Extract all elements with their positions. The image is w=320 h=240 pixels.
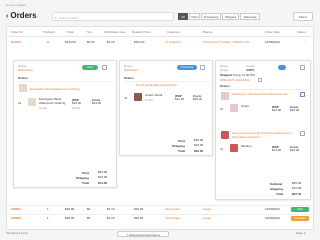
order-card-uneta: Brand Uneta Carrier USPS Shipped 8 Aug, … <box>215 60 311 200</box>
arrow-left-icon[interactable]: ‹ <box>6 13 8 20</box>
filter-paid[interactable]: Paid <box>189 13 200 20</box>
print-icon[interactable] <box>200 65 205 70</box>
download-history-button[interactable]: ⇩ Download Orders History <box>117 231 169 237</box>
product-image <box>221 131 229 139</box>
breadcrumb: Home / Orders <box>6 3 26 7</box>
filter-all[interactable]: All <box>178 13 188 20</box>
status-badge[interactable]: Paid <box>291 206 309 212</box>
print-icon[interactable] <box>300 65 305 70</box>
divider <box>18 81 114 82</box>
checkbox[interactable] <box>300 131 305 136</box>
breadcrumb-current: Orders <box>16 3 26 7</box>
table-header: Order ID Products Total Tax ShipStation … <box>7 27 315 37</box>
orders-table: Order ID Products Total Tax ShipStation … <box>6 26 315 230</box>
download-icon: ⇩ <box>125 233 129 237</box>
item-count: Showing 3 items <box>6 231 29 235</box>
order-card-warehouse: Brand Warehouse Paid Orders Eucalyptus B… <box>13 60 117 188</box>
pagination[interactable]: Page 1 <box>296 231 306 236</box>
page-title: ‹ Orders <box>6 11 37 20</box>
search-input[interactable]: ⌕ Search orders <box>52 12 174 21</box>
search-icon: ⌕ <box>54 15 57 20</box>
filter-delivered[interactable]: Delivered <box>240 13 260 20</box>
filter-shipped[interactable]: Shipped <box>222 13 239 20</box>
filter-processing[interactable]: Processing <box>201 13 221 20</box>
product-image <box>221 92 229 100</box>
copy-icon[interactable] <box>258 77 262 82</box>
filters-button[interactable]: Filters <box>293 12 313 21</box>
product-image <box>134 93 142 101</box>
order-card-webflower: Brand Webflower Processing Orders 10-Oz … <box>119 60 213 156</box>
table-row[interactable]: #21307 3 $144.00 $0.00 $1.10 $111.20 Lil… <box>7 39 315 45</box>
divider <box>220 89 308 90</box>
product-image <box>230 104 238 112</box>
breadcrumb-home[interactable]: Home <box>6 3 14 7</box>
tracking-link[interactable]: 4839-2947-1122-9301 <box>220 78 249 82</box>
product-image <box>28 98 36 106</box>
checkbox[interactable] <box>300 92 305 97</box>
status-badge[interactable]: Complete <box>291 215 309 221</box>
product-image <box>19 84 27 92</box>
shipped-badge <box>278 65 286 70</box>
status-badge: Paid <box>82 65 98 70</box>
divider <box>124 81 210 82</box>
table-row[interactable]: #26801 1 $39.00 $0 $1.10 $33.00 Jade Fea… <box>7 205 315 212</box>
chevron-up-icon[interactable]: ⌃ <box>304 40 307 44</box>
table-row[interactable]: #26802 1 $39.00 $0 $1.10 $33.00 Justin D… <box>7 214 315 221</box>
status-badge: Processing <box>177 65 197 70</box>
product-image <box>230 144 238 152</box>
print-icon[interactable] <box>102 65 107 70</box>
